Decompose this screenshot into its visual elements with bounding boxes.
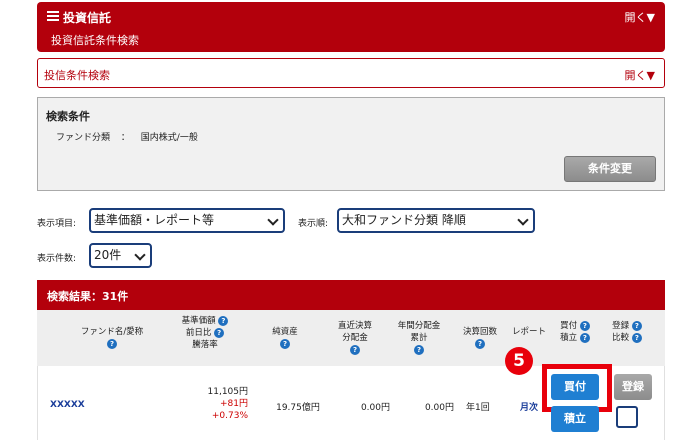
display-item-value: 基準価額・レポート等 bbox=[94, 213, 215, 227]
fund-name-link[interactable]: XXXXX bbox=[50, 400, 85, 410]
fund-class-separator: ： bbox=[120, 133, 130, 143]
col-settle-label: 決算回数 bbox=[462, 327, 497, 337]
col-last-dist-label-2: 分配金 bbox=[342, 333, 368, 343]
col-compare-label: 比較 bbox=[612, 333, 630, 343]
col-annual-dist: 年間分配金 累計 ? bbox=[387, 320, 451, 356]
col-nav: 基準価額 ? 前日比 ? 騰落率 bbox=[170, 315, 240, 351]
results-header: 検索結果：31件 bbox=[37, 280, 665, 310]
col-settle: 決算回数 ? bbox=[455, 326, 505, 350]
page-header: 投資信託 投資信託条件検索 開く▼ bbox=[37, 2, 665, 52]
annual-dist-value: 0.00円 bbox=[424, 403, 454, 413]
col-fund-name: ファンド名/愛称 ? bbox=[62, 326, 162, 350]
net-assets-value: 19.75億円 bbox=[276, 403, 320, 413]
help-icon[interactable]: ? bbox=[579, 320, 590, 331]
col-register-label: 登録 bbox=[612, 321, 630, 331]
display-order-label: 表示順: bbox=[298, 219, 329, 229]
step-badge: 5 bbox=[505, 347, 533, 375]
last-dist-value: 0.00円 bbox=[360, 403, 390, 413]
accordion-label: 投信条件検索 bbox=[44, 69, 110, 82]
display-item-label: 表示項目: bbox=[37, 219, 77, 229]
display-count-select[interactable]: 20件 bbox=[89, 243, 152, 268]
col-report-label: レポート bbox=[511, 327, 546, 337]
display-count-value: 20件 bbox=[94, 248, 122, 262]
help-icon[interactable]: ? bbox=[414, 344, 424, 355]
conditions-title: 検索条件 bbox=[46, 110, 90, 123]
chevron-down-icon bbox=[267, 214, 279, 226]
accordion-open-toggle[interactable]: 開く▼ bbox=[625, 67, 655, 83]
col-fund-name-label: ファンド名/愛称 bbox=[80, 327, 144, 337]
compare-checkbox[interactable] bbox=[616, 406, 638, 428]
search-accordion[interactable]: 投信条件検索 開く▼ bbox=[37, 58, 665, 88]
menu-icon[interactable] bbox=[47, 11, 59, 21]
change-conditions-button[interactable]: 条件変更 bbox=[564, 156, 656, 182]
col-buy-label: 買付 bbox=[560, 321, 578, 331]
col-annual-dist-label-1: 年間分配金 bbox=[397, 321, 441, 331]
register-button[interactable]: 登録 bbox=[614, 374, 652, 400]
col-change-pct-label: 騰落率 bbox=[192, 340, 218, 350]
help-icon[interactable]: ? bbox=[350, 344, 360, 355]
help-icon[interactable]: ? bbox=[280, 338, 290, 349]
fund-class-label: ファンド分類 bbox=[56, 133, 111, 143]
change-value: +81円 bbox=[220, 399, 248, 409]
help-icon[interactable]: ? bbox=[631, 332, 642, 343]
col-net-assets-label: 純資産 bbox=[272, 327, 298, 337]
help-icon[interactable]: ? bbox=[631, 320, 642, 331]
col-net-assets: 純資産 ? bbox=[255, 326, 315, 350]
display-count-label: 表示件数: bbox=[37, 254, 77, 264]
help-icon[interactable]: ? bbox=[107, 338, 117, 349]
nav-cell: 11,105円 +81円 +0.73% bbox=[178, 386, 249, 422]
chevron-down-icon bbox=[134, 249, 146, 261]
page-subtitle: 投資信託条件検索 bbox=[51, 34, 139, 47]
change-pct-value: +0.73% bbox=[211, 411, 248, 421]
help-icon[interactable]: ? bbox=[214, 327, 225, 338]
display-order-select[interactable]: 大和ファンド分類 降順 bbox=[337, 208, 535, 233]
page-title: 投資信託 bbox=[63, 11, 112, 25]
fund-class-row: ファンド分類 ： 国内株式/一般 bbox=[56, 130, 206, 143]
col-buy: 買付 ? 積立 ? bbox=[553, 320, 597, 344]
fund-class-value: 国内株式/一般 bbox=[140, 133, 198, 143]
chevron-down-icon bbox=[517, 214, 529, 226]
report-monthly-link[interactable]: 月次 bbox=[520, 400, 538, 413]
col-report: レポート bbox=[507, 326, 551, 338]
header-open-toggle[interactable]: 開く▼ bbox=[625, 9, 655, 25]
buy-button[interactable]: 買付 bbox=[551, 374, 599, 400]
col-change-label: 前日比 bbox=[185, 328, 212, 338]
col-register: 登録 ? 比較 ? bbox=[605, 320, 649, 344]
display-order-value: 大和ファンド分類 降順 bbox=[342, 213, 466, 227]
col-accumulate-label: 積立 bbox=[560, 333, 578, 343]
col-last-dist-label-1: 直近決算 bbox=[337, 321, 372, 331]
accumulate-button[interactable]: 積立 bbox=[551, 406, 599, 432]
col-last-dist: 直近決算 分配金 ? bbox=[325, 320, 385, 356]
help-icon[interactable]: ? bbox=[475, 338, 485, 349]
settle-count-value: 年1回 bbox=[466, 403, 490, 413]
col-nav-label: 基準価額 bbox=[181, 316, 216, 326]
nav-value: 11,105円 bbox=[207, 387, 249, 397]
results-table-header: ファンド名/愛称 ? 基準価額 ? 前日比 ? 騰落率 純資産 ? 直近決算 分… bbox=[37, 310, 665, 366]
col-annual-dist-label-2: 累計 bbox=[410, 333, 428, 343]
help-icon[interactable]: ? bbox=[579, 332, 590, 343]
display-item-select[interactable]: 基準価額・レポート等 bbox=[89, 208, 285, 233]
help-icon[interactable]: ? bbox=[218, 315, 229, 326]
search-conditions-panel: 検索条件 ファンド分類 ： 国内株式/一般 条件変更 bbox=[37, 97, 665, 191]
